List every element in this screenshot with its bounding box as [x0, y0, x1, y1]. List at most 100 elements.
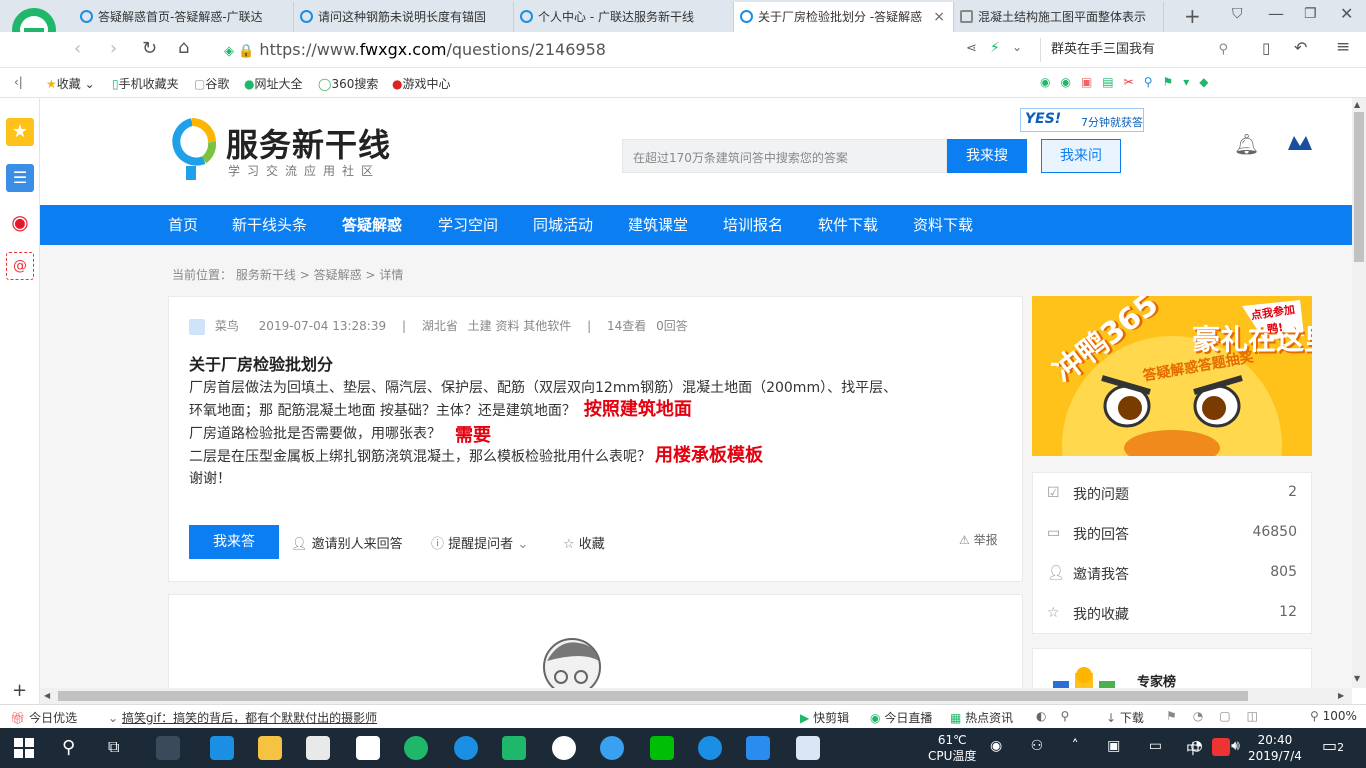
fav-games[interactable]: ●游戏中心	[392, 75, 451, 92]
ie-icon[interactable]	[210, 736, 234, 760]
iqiyi-icon[interactable]	[650, 736, 674, 760]
scroll-up-icon[interactable]: ▲	[1354, 100, 1360, 109]
tab-4-active[interactable]: 关于厂房检验批划分 -答疑解惑 ×	[734, 2, 954, 32]
lightning-icon[interactable]: ⚡	[990, 40, 1000, 56]
paint-icon[interactable]	[796, 736, 820, 760]
scroll-down-icon[interactable]: ▼	[1354, 674, 1360, 683]
tab-2[interactable]: 请问这种钢筋未说明长度有锚固	[294, 2, 514, 32]
fav-mobile[interactable]: ▯手机收藏夹	[112, 75, 179, 92]
mail-icon[interactable]	[356, 736, 380, 760]
remind-button[interactable]: ⓘ 提醒提问者 ⌄	[431, 533, 528, 552]
today-picks[interactable]: 🎁︎ 今日优选	[10, 709, 77, 726]
extension-icons[interactable]: ◉◉▣▤✂⚲⚑▾◆	[1040, 75, 1219, 89]
ime-indicator[interactable]: 中	[1186, 739, 1200, 759]
app-icon-s[interactable]	[454, 736, 478, 760]
clock[interactable]: 20:40 2019/7/4	[1248, 732, 1302, 764]
home-icon[interactable]: ⌂	[178, 37, 189, 58]
bell-icon[interactable]: 🔔︎	[1234, 132, 1259, 156]
shirt-icon[interactable]: ⛉	[1232, 6, 1243, 22]
chevron-down-icon[interactable]: ⌄	[1012, 40, 1022, 54]
minimize-icon[interactable]: —	[1268, 4, 1284, 23]
tab-1[interactable]: 答疑解惑首页-答疑解惑-广联达	[74, 2, 294, 32]
answer-button[interactable]: 我来答	[189, 525, 279, 559]
app-icon-q[interactable]	[552, 736, 576, 760]
tab-close-icon[interactable]: ×	[933, 2, 945, 32]
forward-icon[interactable]: ›	[110, 38, 117, 59]
star-sidebar-icon[interactable]: ★	[6, 118, 34, 146]
browser-360-icon[interactable]	[404, 736, 428, 760]
tab-5[interactable]: 混凝土结构施工图平面整体表示	[954, 2, 1164, 32]
scroll-right-icon[interactable]: ▶	[1338, 691, 1344, 700]
news-ticker[interactable]: ⌄ 搞笑gif：搞笑的背后，都有个默默付出的摄影师	[108, 709, 377, 726]
breadcrumb-qa[interactable]: 答疑解惑	[314, 268, 362, 282]
undo-icon[interactable]: ↶	[1294, 38, 1307, 57]
vertical-scrollbar[interactable]: ▲ ▼	[1352, 98, 1366, 688]
sidebar-toggle-icon[interactable]: ‹|	[14, 75, 23, 89]
promo-banner[interactable]: 冲鸭365 豪礼在这里 答疑解惑答题抽奖 点我参加鸭!	[1032, 296, 1312, 456]
nav-home[interactable]: 首页	[168, 205, 198, 245]
fav-sites[interactable]: ●网址大全	[244, 75, 303, 92]
url-field[interactable]: ◈ 🔒 https://www.fwxgx.com/questions/2146…	[224, 38, 944, 62]
nav-qa-active[interactable]: 答疑解惑	[342, 205, 402, 245]
status-download[interactable]: ↓ 下载	[1106, 709, 1144, 726]
status-misc-icons[interactable]: ◐⚲	[1036, 709, 1083, 723]
site-search-input[interactable]: 在超过170万条建筑问答中搜索您的答案	[622, 139, 947, 173]
site-logo-icon[interactable]	[168, 116, 218, 182]
windows-start-icon[interactable]	[14, 738, 34, 758]
folder-icon[interactable]	[258, 736, 282, 760]
sogou-icon[interactable]	[1212, 738, 1230, 756]
scroll-left-icon[interactable]: ◀	[44, 691, 50, 700]
close-window-icon[interactable]: ✕	[1340, 4, 1353, 23]
my-questions-link[interactable]: ☑ 我的问题 2	[1033, 473, 1311, 513]
mail-sidebar-icon[interactable]: @	[6, 252, 34, 280]
nav-software[interactable]: 软件下载	[818, 205, 878, 245]
maximize-icon[interactable]: ❐	[1304, 6, 1317, 22]
breadcrumb-home[interactable]: 服务新干线	[236, 268, 296, 282]
news-sidebar-icon[interactable]: ☰	[6, 164, 34, 192]
nav-events[interactable]: 同城活动	[533, 205, 593, 245]
author-name[interactable]: 菜鸟	[215, 319, 239, 333]
nav-courses[interactable]: 建筑课堂	[628, 205, 688, 245]
nav-headlines[interactable]: 新干线头条	[232, 205, 307, 245]
fav-360[interactable]: ◯360搜索	[318, 75, 378, 92]
status-quick-edit[interactable]: ▶ 快剪辑	[800, 709, 849, 726]
status-live[interactable]: ◉ 今日直播	[870, 709, 932, 726]
notification-icon[interactable]: ▭2	[1322, 736, 1344, 755]
app-icon-1[interactable]	[156, 736, 180, 760]
store-icon[interactable]	[306, 736, 330, 760]
weibo-sidebar-icon[interactable]: ◉	[6, 208, 34, 236]
horizontal-scrollbar[interactable]: ◀ ▶	[40, 688, 1352, 704]
ask-button[interactable]: 我来问	[1041, 139, 1121, 173]
fav-google[interactable]: ▢谷歌	[194, 75, 229, 92]
refresh-icon[interactable]: ↻	[142, 38, 157, 59]
back-icon[interactable]: ‹	[74, 38, 81, 59]
zoom-level[interactable]: ⚲ 100%	[1310, 709, 1357, 723]
nav-learning[interactable]: 学习空间	[438, 205, 498, 245]
share-icon[interactable]: ⋖	[966, 41, 977, 56]
status-tools-icons[interactable]: ⚑◔▢◫	[1166, 709, 1274, 723]
site-search-button[interactable]: 我来搜	[947, 139, 1027, 173]
task-view-icon[interactable]: ⧉	[108, 737, 119, 757]
phone-icon[interactable]: ▯	[1262, 39, 1270, 57]
nav-training[interactable]: 培训报名	[723, 205, 783, 245]
my-favorites-link[interactable]: ☆ 我的收藏 12	[1033, 593, 1311, 633]
app-icon-g[interactable]	[698, 736, 722, 760]
search-icon[interactable]: ⚲	[1218, 38, 1228, 62]
app-icon-t[interactable]	[746, 736, 770, 760]
cpu-temp[interactable]: 61℃ CPU温度	[928, 732, 976, 764]
user-avatar[interactable]	[1286, 132, 1314, 156]
nav-resources[interactable]: 资料下载	[913, 205, 973, 245]
add-sidebar-icon[interactable]: +	[12, 680, 27, 701]
media-player-icon[interactable]	[502, 736, 526, 760]
menu-icon[interactable]: ≡	[1336, 37, 1350, 57]
taskbar-search-icon[interactable]: ⚲	[62, 737, 75, 758]
tab-3[interactable]: 个人中心 - 广联达服务新干线	[514, 2, 734, 32]
status-hot-news[interactable]: ▦ 热点资讯	[950, 709, 1013, 726]
ie-alt-icon[interactable]	[600, 736, 624, 760]
my-answers-link[interactable]: ▭ 我的回答 46850	[1033, 513, 1311, 553]
horizontal-scroll-thumb[interactable]	[58, 691, 1248, 701]
new-tab-icon[interactable]: +	[1184, 4, 1201, 28]
promo-badge[interactable]: YES! 7分钟就获答	[1020, 108, 1144, 132]
browser-search-input[interactable]: 群英在手三国我有 ⚲	[1040, 38, 1240, 62]
invite-button[interactable]: 👤︎ 邀请别人来回答	[291, 533, 403, 552]
